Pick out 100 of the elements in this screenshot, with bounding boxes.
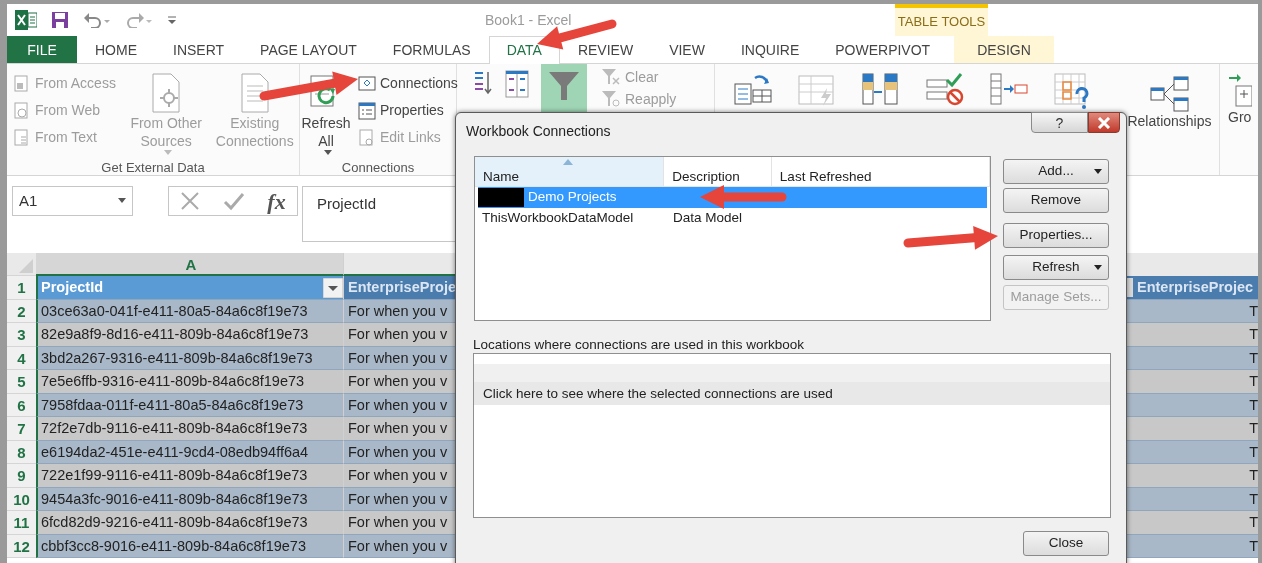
group-icon <box>1228 72 1252 108</box>
column-header[interactable]: A <box>36 253 343 276</box>
ribbon-button[interactable]: Connections <box>356 70 460 97</box>
ribbon-button[interactable]: Properties <box>356 97 460 124</box>
table-cell: 03ce63a0-041f-e411-80a5-84a6c8f19e73 <box>36 299 343 323</box>
dialog-button[interactable]: Properties... <box>1003 223 1109 248</box>
table-cell: For when you v <box>343 440 455 464</box>
ribbon-tab[interactable]: FILE <box>7 36 77 63</box>
close-button[interactable] <box>1088 112 1120 133</box>
ribbon-tab[interactable]: POWERPIVOT <box>817 36 949 63</box>
relationships-icon <box>1149 76 1190 112</box>
ribbon-tab[interactable]: FORMULAS <box>374 36 489 63</box>
save-icon[interactable] <box>51 11 69 29</box>
table-cell: 9454a3fc-9016-e411-809b-84a6c8f19e73 <box>36 487 343 511</box>
column-header[interactable]: Name <box>475 157 665 186</box>
row-number[interactable]: 12 <box>7 534 36 558</box>
connection-name: ThisWorkbookDataModel <box>482 209 634 228</box>
table-cell: 7e5e6ffb-9316-e411-809b-84a6c8f19e73 <box>36 370 343 394</box>
row-number[interactable]: 11 <box>7 511 36 535</box>
ribbon-tab[interactable]: VIEW <box>651 36 723 63</box>
locations-row[interactable]: Click here to see where the selected connections are used <box>474 382 1110 405</box>
table-cell: For when you v <box>343 393 455 417</box>
close-icon <box>1097 116 1111 129</box>
table-header: EnterpriseProje <box>343 276 455 300</box>
document-icon <box>13 101 31 120</box>
help-button[interactable]: ? <box>1031 112 1088 133</box>
data-validation-icon[interactable] <box>925 72 965 106</box>
consolidate-icon[interactable] <box>989 72 1029 106</box>
caret-icon <box>163 150 172 157</box>
table-cell: 82e9a8f9-8d16-e411-809b-84a6c8f19e73 <box>36 323 343 347</box>
table-cell-text: T <box>1249 466 1258 485</box>
redo-icon[interactable] <box>125 12 153 28</box>
table-cell-text: T <box>1249 395 1258 415</box>
ribbon-tab[interactable]: REVIEW <box>559 36 652 63</box>
ribbon-tab[interactable]: PAGE LAYOUT <box>242 36 375 63</box>
redaction-block <box>478 188 524 207</box>
close-button[interactable]: Close <box>1023 531 1109 556</box>
ribbon-tab[interactable]: INQUIRE <box>722 36 818 63</box>
dialog-button[interactable]: Remove <box>1003 188 1109 213</box>
customize-icon[interactable] <box>167 15 177 25</box>
text-to-columns-icon[interactable] <box>733 72 773 106</box>
table-cell: For when you v <box>343 346 455 370</box>
filter-icon <box>548 70 580 102</box>
table-cell-text: T <box>1249 489 1258 509</box>
table-cell: For when you v <box>343 511 455 535</box>
dialog-button[interactable]: Add... <box>1003 159 1109 184</box>
properties-icon <box>358 101 376 120</box>
table-cell: For when you v <box>343 534 455 558</box>
section-label: Locations where connections are used in this workbook <box>473 336 804 354</box>
reapply-filter-icon <box>601 90 621 108</box>
row-number[interactable]: 8 <box>7 440 36 464</box>
document-icon <box>13 74 31 93</box>
table-cell: e6194da2-451e-e411-9cd4-08edb94ff6a4 <box>36 440 343 464</box>
row-number[interactable]: 7 <box>7 417 36 441</box>
cancel-icon[interactable] <box>180 191 201 211</box>
insert-function-button[interactable]: fx <box>267 184 286 218</box>
caret-icon <box>118 198 126 204</box>
table-cell: For when you v <box>343 464 455 488</box>
table-cell: cbbf3cc8-9016-e411-809b-84a6c8f19e73 <box>36 534 343 558</box>
sort-ascending-icon[interactable] <box>473 70 493 96</box>
row-number[interactable]: 3 <box>7 323 36 347</box>
table-cell: 7958fdaa-011f-e411-80a5-84a6c8f19e73 <box>36 393 343 417</box>
ribbon-tab[interactable]: INSERT <box>155 36 243 63</box>
window-title: Book1 - Excel <box>485 10 573 30</box>
spreadsheet-logo-icon[interactable] <box>15 10 37 30</box>
table-cell-text: T <box>1249 513 1258 532</box>
remove-duplicates-icon[interactable] <box>861 72 901 106</box>
document-icon <box>13 128 31 147</box>
column-header[interactable]: Last Refreshed <box>771 157 990 186</box>
table-header: ProjectId <box>36 276 343 300</box>
table-cell-text: T <box>1249 442 1258 462</box>
table-cell-text: T <box>1249 301 1258 321</box>
table-cell: 3bd2a267-9316-e411-809b-84a6c8f19e73 <box>36 346 343 370</box>
caret-icon <box>1094 265 1102 271</box>
enter-icon[interactable] <box>222 191 245 211</box>
table-cell-text: T <box>1249 372 1258 391</box>
sort-dialog-icon[interactable] <box>505 70 529 98</box>
row-number[interactable]: 1 <box>7 276 36 300</box>
table-cell: 722e1f99-9116-e411-809b-84a6c8f19e73 <box>36 464 343 488</box>
row-number[interactable]: 6 <box>7 393 36 417</box>
caret-icon <box>1094 169 1102 175</box>
filter-dropdown-icon[interactable] <box>323 278 343 298</box>
table-cell: For when you v <box>343 417 455 441</box>
ribbon-tab[interactable]: HOME <box>77 36 155 63</box>
group-label: Connections <box>340 159 416 178</box>
ribbon-tab[interactable]: DATA <box>488 36 560 64</box>
row-number[interactable]: 9 <box>7 464 36 488</box>
table-header: EnterpriseProjec <box>1137 278 1254 297</box>
row-number[interactable]: 5 <box>7 370 36 394</box>
list-row[interactable]: ThisWorkbookDataModel Data Model <box>478 208 987 229</box>
undo-icon[interactable] <box>83 12 111 28</box>
dialog-button[interactable]: Refresh <box>1003 255 1109 280</box>
table-cell: 6fcd82d9-9216-e411-809b-84a6c8f19e73 <box>36 511 343 535</box>
row-number[interactable]: 2 <box>7 299 36 323</box>
group-label: Get External Data <box>100 159 206 178</box>
row-number[interactable]: 4 <box>7 346 36 370</box>
ribbon-tab[interactable]: DESIGN <box>954 36 1054 63</box>
row-number[interactable]: 10 <box>7 487 36 511</box>
name-box[interactable]: A1 <box>12 186 133 216</box>
ribbon-button[interactable]: Gro <box>1220 64 1256 175</box>
